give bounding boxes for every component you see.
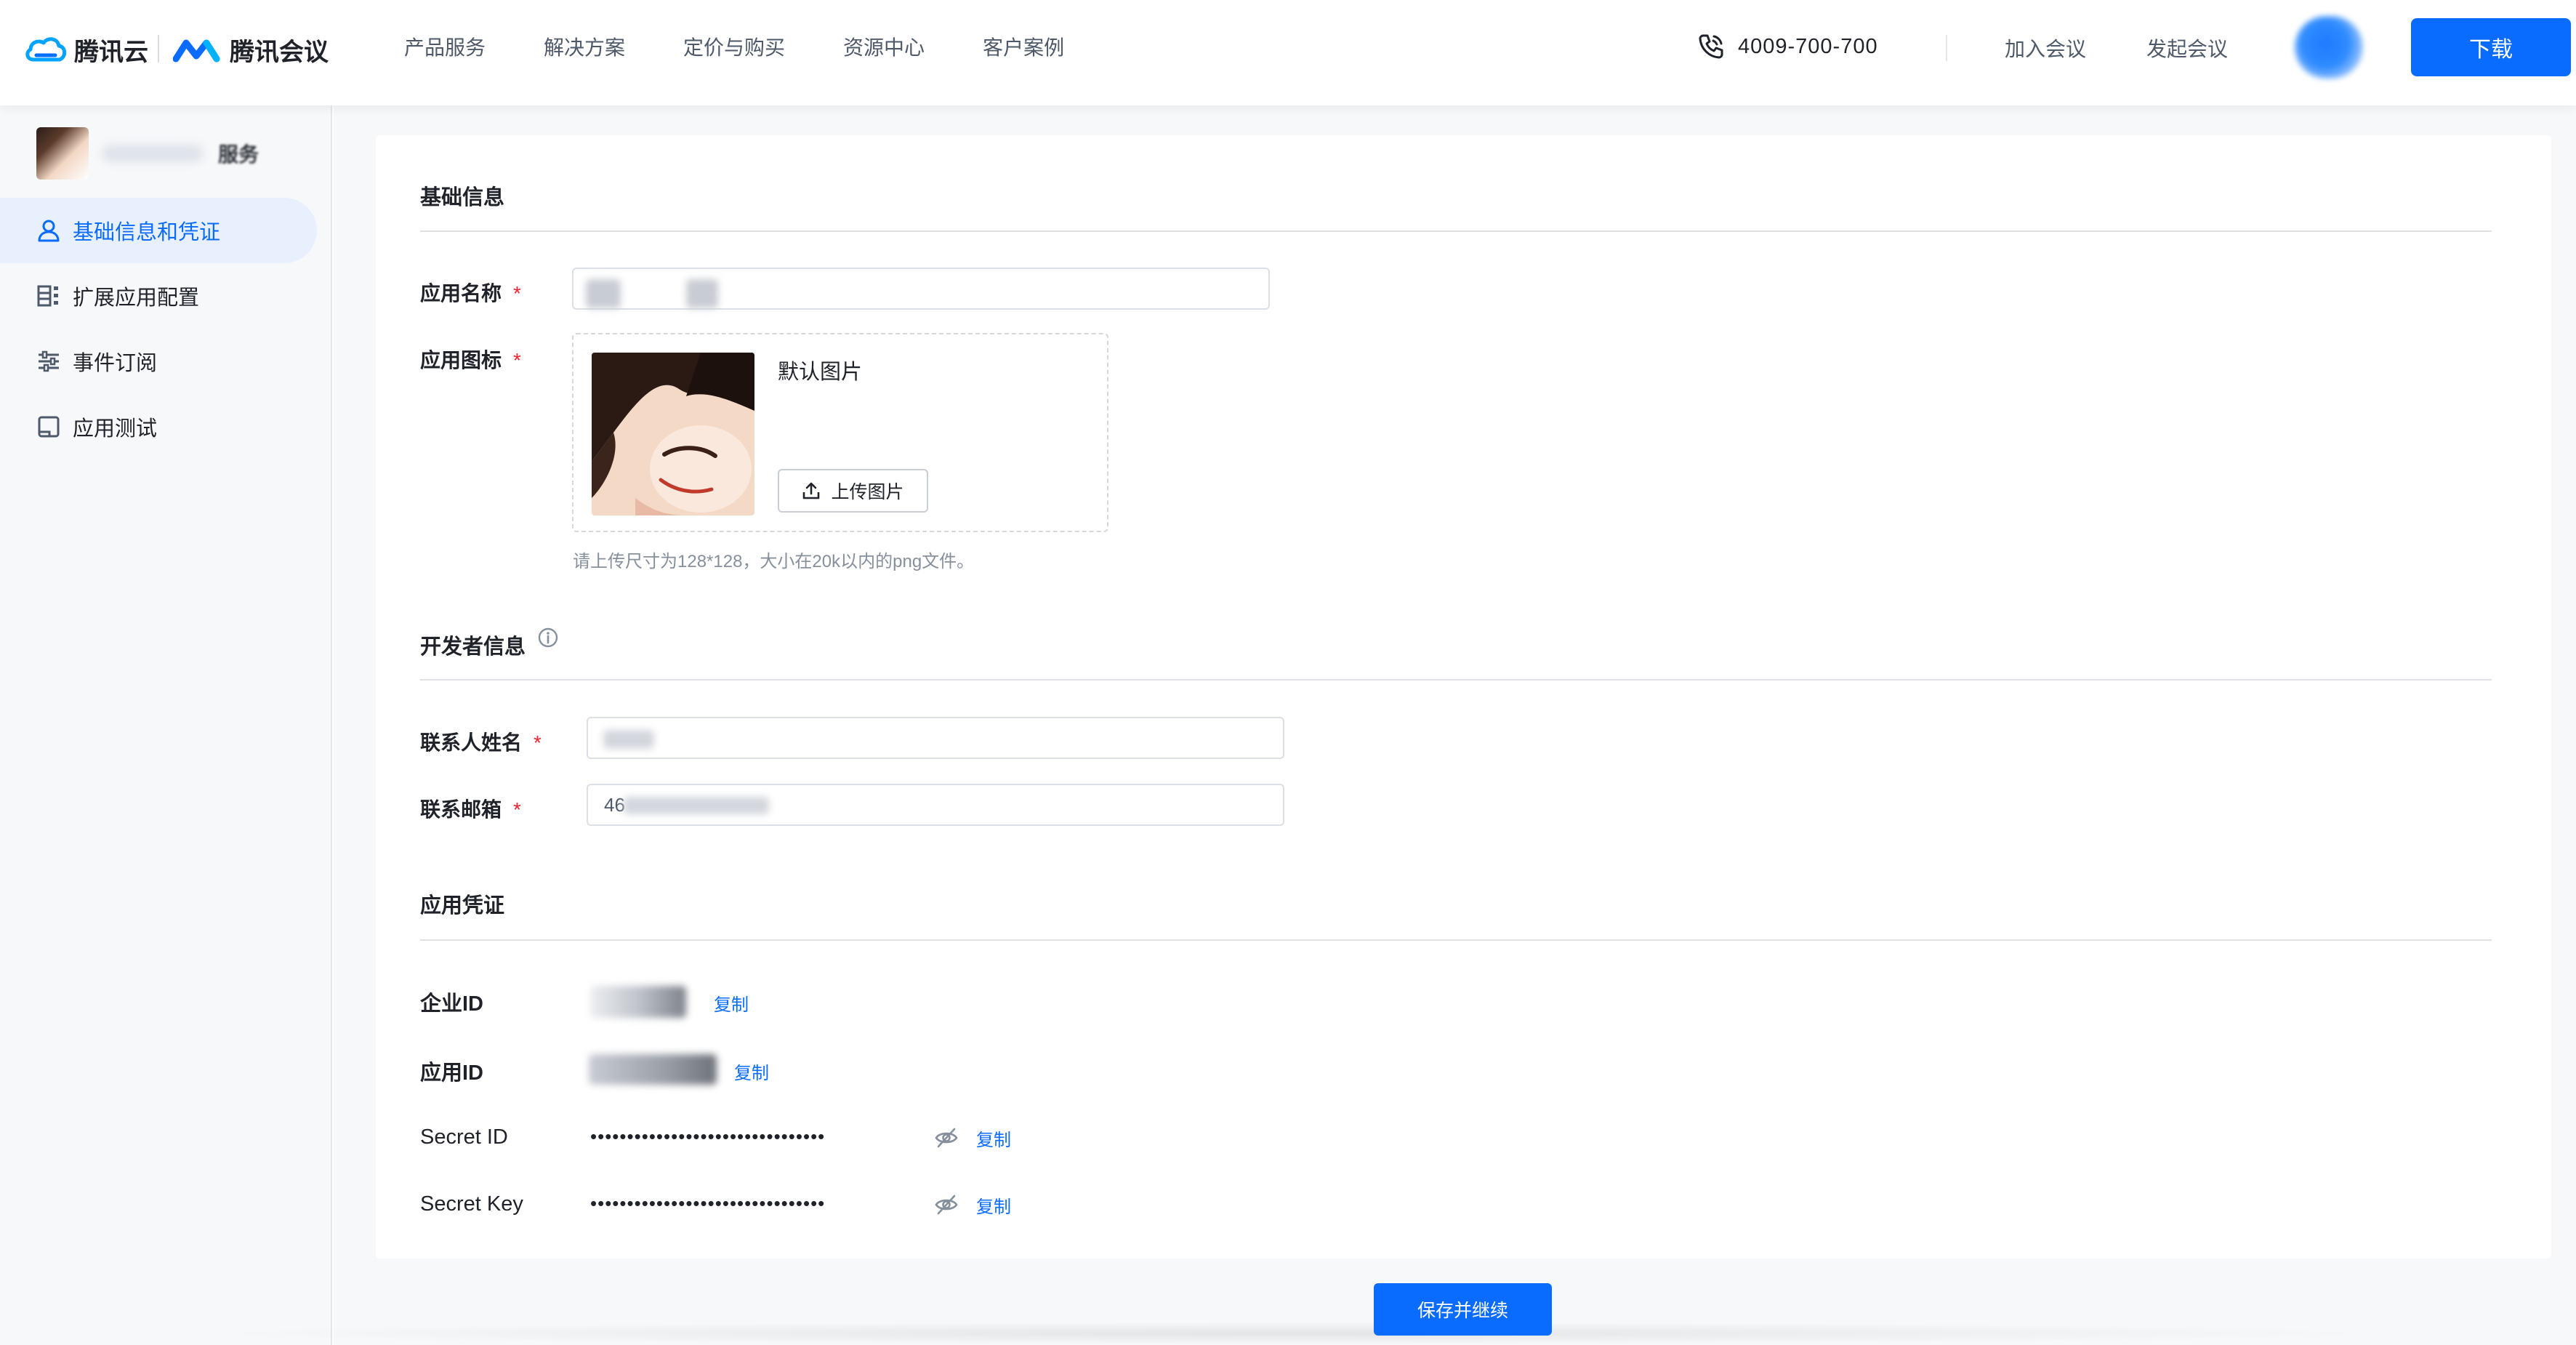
contact-name-input[interactable] [587,717,1284,759]
host-meeting-link[interactable]: 发起会议 [2146,33,2228,63]
brand-divider [158,35,159,63]
required-asterisk: * [534,731,542,754]
copy-secret-id-link[interactable]: 复制 [976,1125,1011,1151]
sidebar-item-extensions[interactable]: 扩展应用配置 [0,263,317,329]
nav-solutions[interactable]: 解决方案 [544,33,625,63]
app-icon-preview [592,353,754,515]
contact-email-label: 联系邮箱 * [420,798,521,821]
main-nav: 产品服务 解决方案 定价与购买 资源中心 客户案例 [404,33,1122,63]
required-asterisk: * [513,798,521,821]
nav-products[interactable]: 产品服务 [404,33,486,63]
meeting-logo-icon [173,39,220,62]
upload-icon [803,482,820,499]
sidebar-item-label: 扩展应用配置 [73,286,200,310]
tencent-cloud-logo[interactable]: 腾讯云 [23,32,148,68]
enterprise-id-redacted [590,986,686,1018]
nav-pricing[interactable]: 定价与购买 [683,33,785,63]
secret-id-masked: •••••••••••••••••••••••••••••••• [590,1125,826,1147]
tencent-meeting-logo[interactable]: 腾讯会议 [173,32,329,68]
eye-off-icon[interactable] [934,1192,959,1217]
required-asterisk: * [513,282,521,305]
upload-image-button[interactable]: 上传图片 [778,469,928,513]
sidebar-item-label: 应用测试 [73,417,158,441]
copy-secret-key-link[interactable]: 复制 [976,1192,1011,1218]
footer-shadow [189,1322,2399,1345]
copy-enterprise-id-link[interactable]: 复制 [714,990,749,1016]
device-icon [38,416,60,438]
section-title-credentials: 应用凭证 [420,894,505,918]
info-icon[interactable] [537,627,559,649]
app-avatar [36,127,89,180]
phone-icon [1699,34,1723,59]
app-id-redacted [589,1054,717,1085]
redacted-value [586,279,621,308]
hotline[interactable]: 4009-700-700 [1697,33,1878,60]
section-title-basic: 基础信息 [420,186,505,209]
nav-resources[interactable]: 资源中心 [843,33,925,63]
join-meeting-link[interactable]: 加入会议 [2005,33,2086,63]
phone-number: 4009-700-700 [1738,34,1878,58]
sidebar-item-label: 事件订阅 [73,352,158,375]
user-icon [38,220,60,242]
nav-divider [1946,35,1947,61]
section-divider [420,230,2492,232]
sidebar: 服务 基础信息和凭证 扩展应用配置 事件订阅 应用测试 [0,105,332,1345]
sidebar-item-events[interactable]: 事件订阅 [0,329,317,394]
secret-id-label: Secret ID [420,1125,508,1149]
required-asterisk: * [513,349,521,372]
download-button[interactable]: 下载 [2411,18,2571,76]
upload-button-label: 上传图片 [831,482,904,502]
portrait-image-icon [592,353,754,515]
app-name-input[interactable] [572,268,1270,310]
nav-cases[interactable]: 客户案例 [983,33,1064,63]
section-title-developer: 开发者信息 [420,635,526,659]
upload-hint: 请上传尺寸为128*128，大小在20k以内的png文件。 [573,552,975,571]
contact-name-label: 联系人姓名 * [420,731,542,754]
app-id-label: 应用ID [420,1061,484,1085]
app-icon-label: 应用图标 * [420,349,521,372]
save-and-continue-button[interactable]: 保存并继续 [1374,1283,1552,1336]
user-avatar[interactable] [2295,16,2363,79]
sidebar-item-testing[interactable]: 应用测试 [0,394,317,459]
grid-list-icon [37,285,58,307]
sliders-icon [39,350,59,372]
secret-key-masked: •••••••••••••••••••••••••••••••• [590,1192,826,1214]
redacted-value [686,279,718,308]
enterprise-id-label: 企业ID [420,992,484,1016]
section-divider [420,939,2492,941]
sidebar-item-basic-info[interactable]: 基础信息和凭证 [0,198,317,263]
redacted-value [603,730,654,749]
brand-meeting-text: 腾讯会议 [230,39,329,66]
cloud-logo-icon [25,36,67,61]
app-name-redacted [102,145,204,162]
brand-cloud-text: 腾讯云 [74,39,148,66]
app-name-label: 应用名称 * [420,282,521,305]
section-divider [420,679,2492,680]
secret-key-label: Secret Key [420,1192,523,1216]
top-navigation-bar: 腾讯云 腾讯会议 产品服务 解决方案 定价与购买 资源中心 客户案例 4009-… [0,0,2576,105]
app-name-tag: 服务 [218,143,259,166]
eye-off-icon[interactable] [934,1125,959,1150]
copy-app-id-link[interactable]: 复制 [734,1059,769,1084]
default-image-label: 默认图片 [778,361,863,384]
sidebar-item-label: 基础信息和凭证 [73,221,221,244]
redacted-value [624,797,769,814]
